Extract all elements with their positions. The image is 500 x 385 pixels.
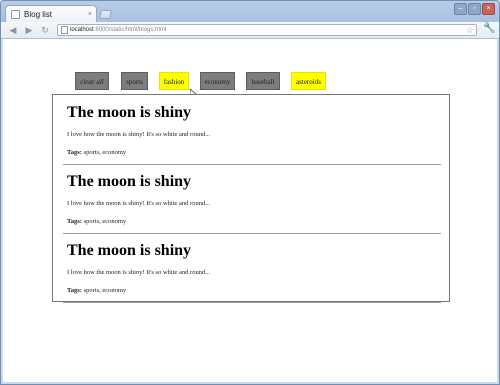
tab-title: Blog list — [24, 9, 53, 19]
post-tags-label: Tags: — [67, 149, 82, 156]
post-tags: Tags: sports, economy — [67, 149, 126, 156]
post-item: The moon is shiny I love how the moon is… — [63, 164, 441, 234]
post-list: The moon is shiny I love how the moon is… — [52, 94, 450, 303]
wrench-icon[interactable]: 🔧 — [483, 23, 495, 34]
post-title: The moon is shiny — [67, 242, 192, 259]
tag-filter-bar: clear all sports fashion economy basebal… — [3, 72, 497, 90]
browser-tab[interactable]: Blog list × — [5, 5, 97, 22]
browser-toolbar: ◀ ▶ ↻ localhost:8000/static/html/blogs.h… — [1, 22, 499, 39]
star-icon[interactable]: ☆ — [466, 24, 474, 36]
post-title: The moon is shiny — [67, 173, 192, 190]
tag-button-sports[interactable]: sports — [121, 72, 148, 90]
title-bar: Blog list × – ▫ × — [1, 1, 499, 22]
tag-button-asteroids[interactable]: asteroids — [291, 72, 326, 90]
page-icon — [61, 26, 68, 34]
post-body: I love how the moon is shiny! It's so wh… — [67, 269, 211, 276]
new-tab-button[interactable] — [99, 10, 112, 19]
post-tags: Tags: sports, economy — [67, 218, 126, 225]
post-item: The moon is shiny I love how the moon is… — [63, 95, 441, 165]
close-window-button[interactable]: × — [482, 3, 495, 15]
tag-button-economy[interactable]: economy — [200, 72, 235, 90]
tag-button-fashion[interactable]: fashion — [159, 72, 189, 90]
page-content: clear all sports fashion economy basebal… — [3, 39, 497, 382]
back-arrow-icon[interactable]: ◀ — [7, 24, 19, 36]
post-tags-label: Tags: — [67, 218, 82, 225]
post-item: The moon is shiny I love how the moon is… — [63, 233, 441, 303]
url-host: localhost — [70, 27, 94, 33]
url-path: :8000/static/html/blogs.html — [93, 27, 167, 33]
post-tags-value: sports, economy — [83, 149, 127, 156]
forward-arrow-icon[interactable]: ▶ — [23, 24, 35, 36]
post-tags: Tags: sports, economy — [67, 287, 126, 294]
tag-button-clear-all[interactable]: clear all — [75, 72, 109, 90]
address-bar[interactable]: localhost:8000/static/html/blogs.html ☆ — [57, 24, 477, 36]
tag-button-baseball[interactable]: baseball — [246, 72, 280, 90]
post-body: I love how the moon is shiny! It's so wh… — [67, 131, 211, 138]
maximize-button[interactable]: ▫ — [468, 3, 481, 15]
post-tags-value: sports, economy — [83, 287, 127, 294]
post-tags-label: Tags: — [67, 287, 82, 294]
page-favicon-icon — [11, 9, 20, 19]
post-body: I love how the moon is shiny! It's so wh… — [67, 200, 211, 207]
url-text: localhost:8000/static/html/blogs.html — [70, 25, 166, 35]
window-controls: – ▫ × — [454, 3, 495, 15]
post-tags-value: sports, economy — [83, 218, 127, 225]
minimize-button[interactable]: – — [454, 3, 467, 15]
post-title: The moon is shiny — [67, 104, 192, 121]
reload-icon[interactable]: ↻ — [39, 24, 51, 36]
browser-window: Blog list × – ▫ × ◀ ▶ ↻ localhost:8000/s… — [0, 0, 500, 385]
tab-close-icon[interactable]: × — [88, 11, 92, 18]
